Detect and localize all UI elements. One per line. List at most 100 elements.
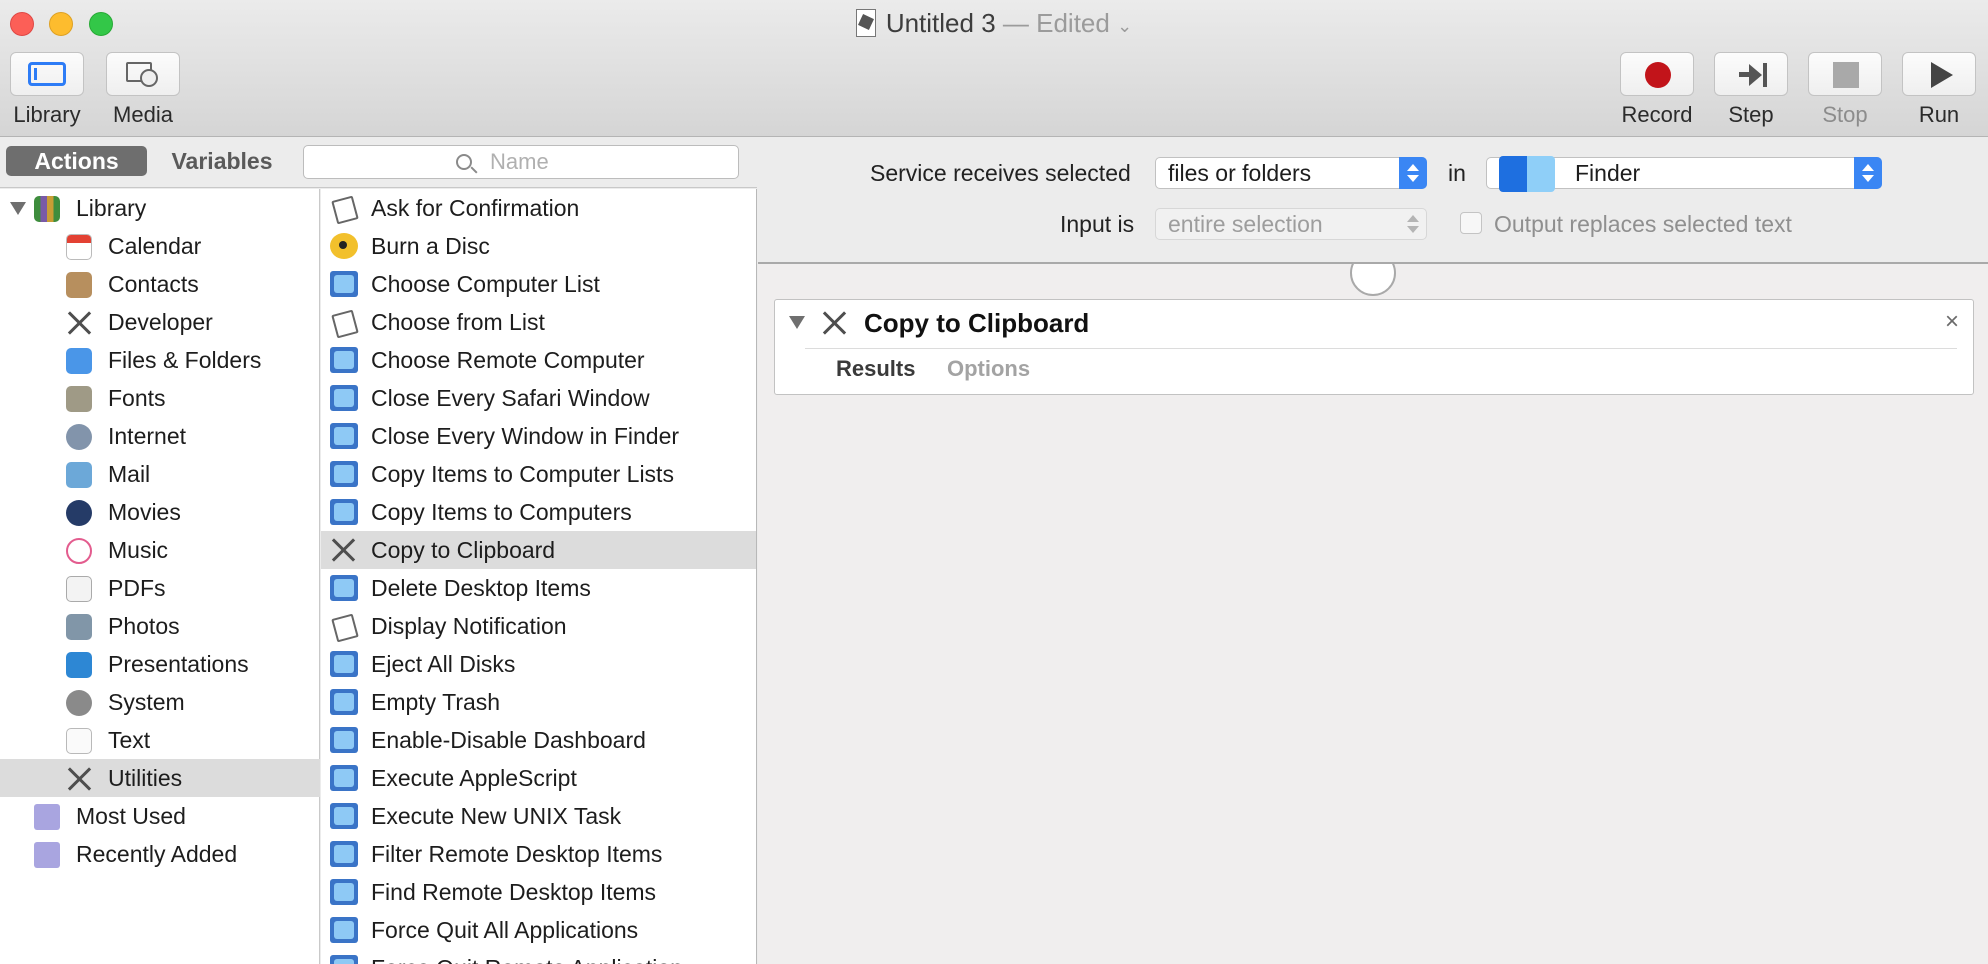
output-replaces-checkbox[interactable] — [1460, 212, 1482, 234]
library-item-photos[interactable]: Photos — [0, 607, 320, 645]
remote-desktop-icon — [330, 727, 358, 753]
action-label: Delete Desktop Items — [371, 575, 591, 601]
action-label: Find Remote Desktop Items — [371, 879, 657, 905]
action-label: Execute New UNIX Task — [371, 803, 622, 829]
action-force-quit-all-applications[interactable]: Force Quit All Applications — [321, 911, 756, 949]
action-label: Force Quit Remote Application — [371, 949, 683, 964]
action-execute-new-unix-task[interactable]: Execute New UNIX Task — [321, 797, 756, 835]
library-books-icon — [34, 196, 60, 222]
library-item-movies[interactable]: Movies — [0, 493, 320, 531]
media-button[interactable]: Media — [106, 52, 180, 128]
run-button[interactable]: Run — [1902, 52, 1976, 128]
action-display-notification[interactable]: Display Notification — [321, 607, 756, 645]
remote-desktop-icon — [330, 347, 358, 373]
utilities-icon — [821, 310, 851, 340]
burn-disc-icon — [330, 233, 358, 259]
action-label: Execute AppleScript — [371, 765, 577, 791]
action-label: Copy Items to Computers — [371, 499, 632, 525]
remote-desktop-icon — [330, 917, 358, 943]
action-choose-remote-computer[interactable]: Choose Remote Computer — [321, 341, 756, 379]
library-item-utilities[interactable]: Utilities — [0, 759, 320, 797]
workflow-area[interactable]: Service receives selected files or folde… — [758, 138, 1988, 964]
disclosure-triangle-icon[interactable] — [10, 202, 26, 215]
library-item-presentations[interactable]: Presentations — [0, 645, 320, 683]
library-item-files-folders[interactable]: Files & Folders — [0, 341, 320, 379]
action-enable-disable-dashboard[interactable]: Enable-Disable Dashboard — [321, 721, 756, 759]
library-item-label: Internet — [108, 423, 186, 449]
action-ask-for-confirmation[interactable]: Ask for Confirmation — [321, 189, 756, 227]
input-mode-value: entire selection — [1168, 211, 1323, 237]
library-item-contacts[interactable]: Contacts — [0, 265, 320, 303]
output-replaces-label: Output replaces selected text — [1494, 211, 1792, 237]
popup-arrows-icon — [1399, 157, 1427, 189]
library-item-text[interactable]: Text — [0, 721, 320, 759]
record-button[interactable]: Record — [1620, 52, 1694, 128]
action-delete-desktop-items[interactable]: Delete Desktop Items — [321, 569, 756, 607]
remote-desktop-icon — [330, 841, 358, 867]
action-copy-items-to-computer-lists[interactable]: Copy Items to Computer Lists — [321, 455, 756, 493]
popup-arrows-icon — [1399, 208, 1427, 240]
action-card-copy-to-clipboard[interactable]: Copy to Clipboard × Results Options — [774, 299, 1974, 395]
library-item-system[interactable]: System — [0, 683, 320, 721]
library-item-mail[interactable]: Mail — [0, 455, 320, 493]
library-item-music[interactable]: Music — [0, 531, 320, 569]
presentations-icon — [66, 652, 92, 678]
action-execute-applescript[interactable]: Execute AppleScript — [321, 759, 756, 797]
library-toggle-label: Library — [13, 102, 81, 127]
action-empty-trash[interactable]: Empty Trash — [321, 683, 756, 721]
receives-type-popup[interactable]: files or folders — [1155, 157, 1427, 189]
window-title-text: Untitled 3 — [885, 8, 996, 38]
library-item-developer[interactable]: Developer — [0, 303, 320, 341]
action-choose-from-list[interactable]: Choose from List — [321, 303, 756, 341]
library-toggle-button[interactable]: Library — [10, 52, 84, 128]
library-item-internet[interactable]: Internet — [0, 417, 320, 455]
input-mode-popup[interactable]: entire selection — [1155, 208, 1427, 240]
library-item-fonts[interactable]: Fonts — [0, 379, 320, 417]
action-label: Enable-Disable Dashboard — [371, 727, 646, 753]
action-close-every-window-in-finder[interactable]: Close Every Window in Finder — [321, 417, 756, 455]
finder-icon — [66, 348, 92, 374]
action-choose-computer-list[interactable]: Choose Computer List — [321, 265, 756, 303]
step-label: Step — [1728, 102, 1774, 127]
remote-desktop-icon — [330, 765, 358, 791]
smart-group-most-used[interactable]: Most Used — [0, 797, 320, 835]
library-item-label: Files & Folders — [108, 347, 262, 373]
action-filter-remote-desktop-items[interactable]: Filter Remote Desktop Items — [321, 835, 756, 873]
stop-button[interactable]: Stop — [1808, 52, 1882, 128]
tab-results[interactable]: Results — [836, 356, 915, 382]
library-root[interactable]: Library — [0, 189, 320, 227]
document-icon — [855, 9, 876, 37]
receives-label: Service receives selected — [870, 160, 1131, 186]
disclosure-triangle-icon[interactable] — [789, 316, 805, 329]
action-burn-a-disc[interactable]: Burn a Disc — [321, 227, 756, 265]
search-input[interactable] — [490, 150, 720, 174]
tab-actions[interactable]: Actions — [6, 146, 147, 176]
sidebar-icon — [10, 52, 84, 96]
tab-variables[interactable]: Variables — [150, 146, 294, 176]
tab-options[interactable]: Options — [947, 356, 1030, 382]
step-button[interactable]: Step — [1714, 52, 1788, 128]
action-label: Close Every Window in Finder — [371, 423, 680, 449]
library-item-pdfs[interactable]: PDFs — [0, 569, 320, 607]
library-item-label: Fonts — [108, 385, 166, 411]
chevron-down-icon: ⌄ — [1117, 16, 1133, 36]
action-force-quit-remote-application[interactable]: Force Quit Remote Application — [321, 949, 756, 964]
text-icon — [66, 728, 92, 754]
action-label: Copy to Clipboard — [371, 537, 556, 563]
smart-group-recently-added[interactable]: Recently Added — [0, 835, 320, 873]
library-item-calendar[interactable]: Calendar — [0, 227, 320, 265]
action-copy-to-clipboard[interactable]: Copy to Clipboard — [321, 531, 756, 569]
window-title[interactable]: Untitled 3 — Edited ⌄ — [0, 8, 1988, 39]
application-popup[interactable]: Finder — [1486, 156, 1882, 192]
action-eject-all-disks[interactable]: Eject All Disks — [321, 645, 756, 683]
action-find-remote-desktop-items[interactable]: Find Remote Desktop Items — [321, 873, 756, 911]
close-icon[interactable]: × — [1945, 308, 1959, 336]
remote-desktop-icon — [330, 423, 358, 449]
search-field[interactable] — [303, 145, 739, 179]
action-label: Choose from List — [371, 309, 545, 335]
library-item-label: System — [108, 689, 185, 715]
action-close-every-safari-window[interactable]: Close Every Safari Window — [321, 379, 756, 417]
action-copy-items-to-computers[interactable]: Copy Items to Computers — [321, 493, 756, 531]
step-icon — [1714, 52, 1788, 96]
pdf-icon — [66, 576, 92, 602]
